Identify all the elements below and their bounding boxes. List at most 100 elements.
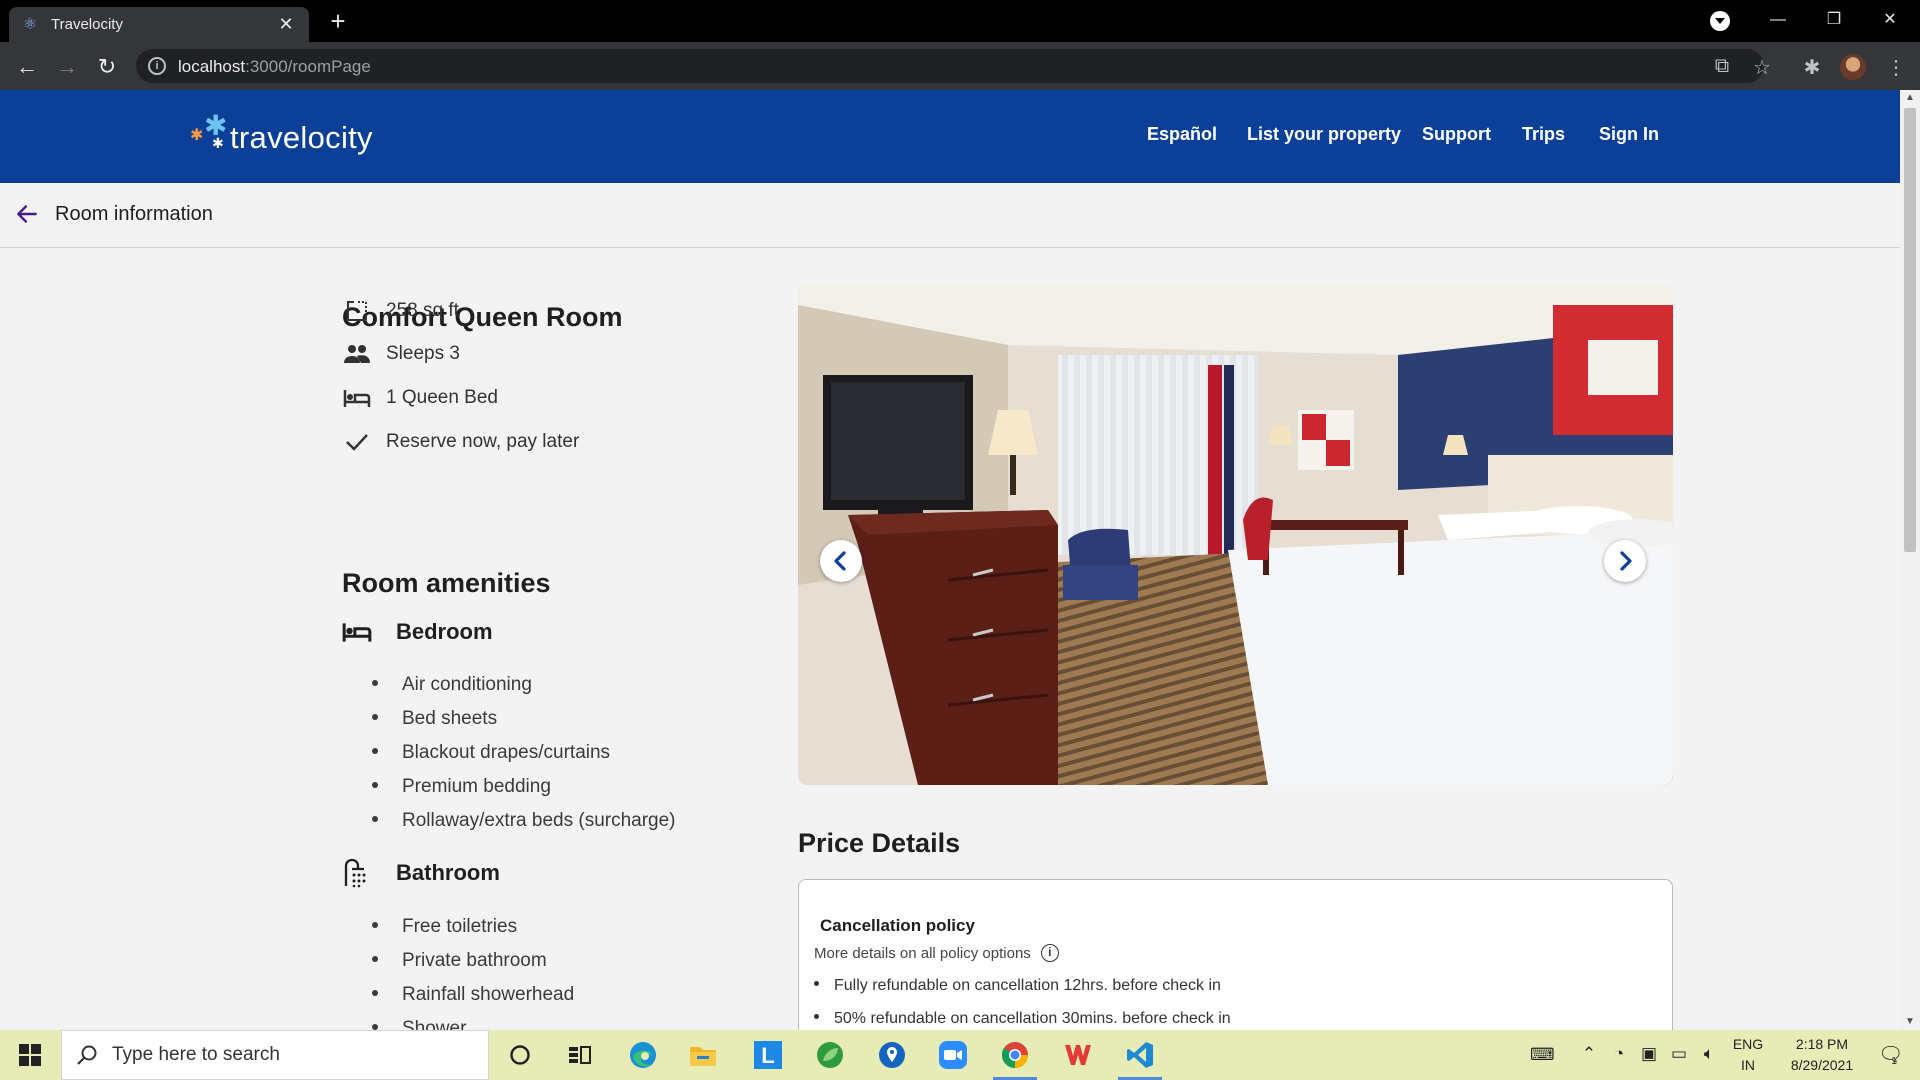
browser-menu-icon[interactable]: ⋮ (1884, 55, 1908, 80)
volume-icon[interactable]: 🔈︎ (1698, 1044, 1720, 1064)
browser-tab[interactable]: ⚛ Travelocity ✕ (9, 7, 309, 42)
minimize-icon[interactable]: — (1750, 0, 1806, 40)
amenity-text: Blackout drapes/curtains (402, 742, 611, 763)
policy-details-text: More details on all policy options (814, 944, 1031, 962)
l-app-icon[interactable]: L (740, 1030, 796, 1080)
clock-time[interactable]: 2:18 PM (1772, 1036, 1872, 1052)
price-details-title: Price Details (798, 828, 961, 858)
new-tab-icon[interactable]: + (324, 6, 352, 37)
zoom-app-icon[interactable] (925, 1030, 981, 1080)
svg-text:L: L (761, 1043, 774, 1068)
task-view-icon[interactable] (552, 1030, 608, 1080)
list-item: Blackout drapes/curtains (372, 742, 610, 764)
browser-tab-bar: ⚛ Travelocity ✕ + — ❐ ✕ (0, 0, 1920, 42)
nav-trips[interactable]: Trips (1522, 124, 1565, 145)
window-close-icon[interactable]: ✕ (1862, 0, 1918, 40)
battery-icon[interactable]: ▭ (1668, 1044, 1690, 1064)
bedroom-label: Bedroom (396, 619, 493, 644)
start-button[interactable] (0, 1030, 60, 1080)
policy-item-text: Fully refundable on cancellation 12hrs. … (834, 977, 1221, 994)
feature-bed: 1 Queen Bed (342, 383, 498, 413)
tab-title: Travelocity (51, 16, 123, 33)
translate-icon[interactable]: ⧉ (1710, 55, 1734, 78)
amenity-text: Rollaway/extra beds (surcharge) (402, 810, 676, 831)
policy-details: More details on all policy options i (814, 944, 1059, 962)
nav-sign-in[interactable]: Sign In (1599, 124, 1659, 145)
meet-now-icon[interactable]: ▣ (1638, 1044, 1660, 1064)
chrome-app-icon[interactable] (987, 1030, 1043, 1080)
list-item: Premium bedding (372, 776, 551, 798)
room-info-bar: Room information (0, 183, 1900, 248)
react-favicon-icon: ⚛ (22, 15, 38, 33)
page-scrollbar[interactable]: ▲ ▼ (1900, 90, 1920, 1030)
tab-search-icon[interactable] (1710, 11, 1730, 31)
keyboard-icon[interactable]: ⌨ (1530, 1045, 1555, 1065)
scroll-up-icon[interactable]: ▲ (1900, 92, 1920, 103)
page-title: Room information (55, 203, 213, 225)
extensions-icon[interactable]: ✱ (1800, 55, 1824, 80)
taskbar-search-box[interactable]: Type here to search (61, 1030, 489, 1080)
wifi-icon[interactable]: ◔ (1608, 1044, 1630, 1064)
amenity-text: Premium bedding (402, 776, 551, 797)
list-item: Rainfall showerhead (372, 984, 574, 1006)
wps-office-icon[interactable] (1050, 1030, 1106, 1080)
windows-logo-icon (19, 1044, 41, 1066)
scrollbar-thumb[interactable] (1904, 108, 1916, 552)
language-code[interactable]: ENG (1730, 1036, 1766, 1052)
info-icon[interactable]: i (1040, 944, 1059, 962)
logo-text: travelocity (230, 120, 373, 155)
site-header: ✱ ✱ ✱ travelocity Español List your proper… (0, 90, 1900, 183)
leaf-app-icon[interactable] (802, 1030, 858, 1080)
amenity-text: Private bathroom (402, 950, 547, 971)
amenity-text: Air conditioning (402, 674, 532, 695)
tab-close-icon[interactable]: ✕ (275, 14, 297, 35)
travelocity-logo[interactable]: ✱ ✱ ✱ travelocity (190, 112, 373, 156)
vscode-app-icon[interactable] (1112, 1030, 1168, 1080)
price-details-card: Cancellation policy More details on all … (798, 879, 1673, 1030)
url-host: localhost (178, 57, 246, 76)
bedroom-category: Bedroom (342, 617, 493, 647)
page-viewport: ✱ ✱ ✱ travelocity Español List your proper… (0, 90, 1900, 1030)
feature-text: 1 Queen Bed (386, 387, 498, 408)
room-photo-carousel[interactable] (798, 285, 1673, 785)
feature-area: 258 sq ft (342, 296, 459, 326)
maps-app-icon[interactable] (864, 1030, 920, 1080)
url-text: localhost:3000/roomPage (178, 57, 371, 77)
nav-espanol[interactable]: Español (1147, 124, 1217, 145)
site-info-icon[interactable]: i (148, 57, 166, 75)
cortana-icon[interactable] (492, 1030, 548, 1080)
edge-browser-icon[interactable] (615, 1030, 671, 1080)
carousel-prev-button[interactable] (820, 540, 862, 582)
scroll-down-icon[interactable]: ▼ (1900, 1016, 1920, 1027)
bookmark-star-icon[interactable]: ☆ (1750, 55, 1774, 80)
feature-text: Reserve now, pay later (386, 431, 580, 452)
file-explorer-icon[interactable] (675, 1030, 731, 1080)
shower-icon (342, 858, 374, 888)
feature-text: Sleeps 3 (386, 343, 460, 364)
list-item: Air conditioning (372, 674, 532, 696)
logo-mark-icon: ✱ ✱ ✱ (190, 110, 228, 151)
list-item: Free toiletries (372, 916, 517, 938)
language-region[interactable]: IN (1730, 1057, 1766, 1073)
back-icon[interactable]: ← (12, 52, 42, 82)
profile-avatar[interactable] (1840, 54, 1866, 80)
amenity-text: Shower (402, 1018, 467, 1030)
amenity-text: Free toiletries (402, 916, 518, 937)
address-bar[interactable]: i localhost:3000/roomPage (136, 49, 1764, 83)
nav-support[interactable]: Support (1422, 124, 1491, 145)
forward-icon[interactable]: → (52, 52, 82, 82)
list-item: Bed sheets (372, 708, 497, 730)
list-item: Rollaway/extra beds (surcharge) (372, 810, 676, 832)
nav-list-property[interactable]: List your property (1247, 124, 1401, 145)
carousel-next-button[interactable] (1604, 540, 1646, 582)
amenity-text: Bed sheets (402, 708, 498, 729)
tray-chevron-up-icon[interactable]: ⌃ (1578, 1044, 1600, 1064)
list-item: Private bathroom (372, 950, 547, 972)
reload-icon[interactable]: ↻ (92, 52, 122, 82)
clock-date[interactable]: 8/29/2021 (1772, 1057, 1872, 1073)
bathroom-label: Bathroom (396, 860, 500, 885)
bathroom-category: Bathroom (342, 858, 500, 888)
restore-icon[interactable]: ❐ (1806, 0, 1862, 40)
back-arrow-icon[interactable] (14, 201, 40, 227)
amenities-title: Room amenities (342, 568, 551, 598)
